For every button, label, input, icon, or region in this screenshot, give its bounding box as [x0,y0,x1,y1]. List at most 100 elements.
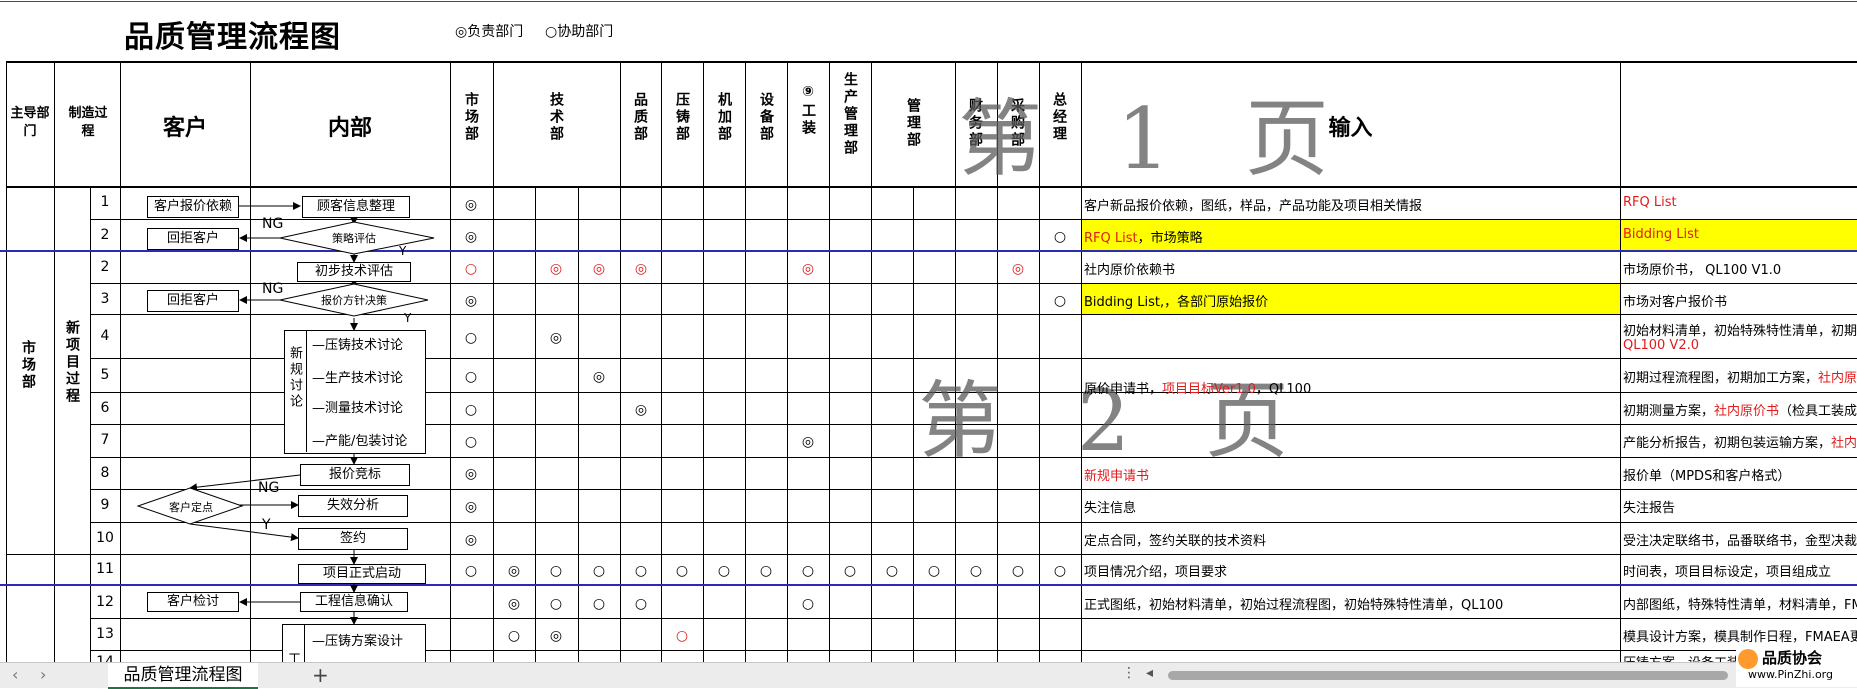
assist-dept-mark: ○ [759,563,773,579]
assist-dept-mark: ○ [885,563,899,579]
output-row: 内部图纸，特殊特性清单，材料清单，FM [1623,598,1857,613]
output-row: 模具设计方案，模具制作日程，FMAEA更 [1623,630,1857,645]
horizontal-scrollbar[interactable] [1168,671,1728,680]
input-row: 失注信息 [1084,501,1137,516]
flow-customer-decide: 客户定点 [169,501,213,514]
primary-dept-mark: ◎ [507,596,521,612]
primary-dept-mark: ◎ [464,532,478,548]
primary-dept-mark: ◎ [592,369,606,385]
assist-dept-mark: ○ [969,563,983,579]
logo: 品质协会 www.PinZhi.org [1736,647,1857,687]
flow-y-label: Y [262,517,271,533]
input-row: 项目情况介绍，项目要求 [1084,565,1228,580]
output-row: 市场原价书， QL100 V1.0 [1623,263,1782,278]
output-row: 受注决定联络书，品番联络书，金型决裁 [1623,534,1857,549]
scroll-left-icon[interactable]: ◂ [1146,665,1153,681]
flow-reject-customer-1: 回拒客户 [147,228,239,250]
assist-dept-mark: ○ [592,563,606,579]
input-row: 定点合同，签约关联的技术资料 [1084,534,1267,549]
flow-tech-eval: 初步技术评估 [297,262,411,282]
assist-dept-mark: ○ [464,261,478,277]
output-row: 时间表，项目目标设定，项目组成立 [1623,565,1832,580]
assist-dept-mark: ○ [843,563,857,579]
input-row: 社内原价依赖书 [1084,263,1176,278]
assist-dept-mark: ○ [717,563,731,579]
output-row: Bidding List [1623,227,1699,242]
assist-dept-mark: ○ [1011,563,1025,579]
sheet-tab-bar: ‹ › 品质管理流程图 + ⋮ ◂ [0,662,1857,689]
flow-die-design: —压铸方案设计 [312,634,404,649]
assist-dept-mark: ○ [464,434,478,450]
primary-dept-mark: ◎ [549,628,563,644]
assist-dept-mark: ○ [1053,229,1067,245]
output-row: 初期过程流程图，初期加工方案，社内原 [1623,371,1857,386]
primary-dept-mark: ◎ [464,229,478,245]
flow-bid: 报价竞标 [300,464,410,486]
flow-info-sort: 顾客信息整理 [302,196,410,218]
primary-dept-mark: ◎ [592,261,606,277]
flow-quote-decision: 报价方针决策 [321,294,387,307]
flow-discuss-production: —生产技术讨论 [312,371,404,386]
flow-reject-customer-2: 回拒客户 [147,290,239,312]
flow-project-start: 项目正式启动 [298,564,426,584]
primary-dept-mark: ◎ [464,293,478,309]
assist-dept-mark: ○ [801,596,815,612]
assist-dept-mark: ○ [675,563,689,579]
primary-dept-mark: ◎ [464,197,478,213]
output-row: 初始材料清单，初始特殊特性清单，初期 [1623,324,1857,339]
assist-dept-mark: ○ [464,330,478,346]
assist-dept-mark: ○ [464,402,478,418]
assist-dept-mark: ○ [801,563,815,579]
output-row: 市场对客户报价书 [1623,295,1728,310]
assist-dept-mark: ○ [592,596,606,612]
flow-discuss-diecast: —压铸技术讨论 [312,338,404,353]
assist-dept-mark: ○ [1053,293,1067,309]
primary-dept-mark: ◎ [801,434,815,450]
flow-new-discuss: 新规讨论 [287,346,302,410]
assist-dept-mark: ○ [634,596,648,612]
assist-dept-mark: ○ [1053,563,1067,579]
input-row: 新规申请书 [1084,469,1150,484]
prev-sheet-icon[interactable]: ‹ [12,665,18,684]
flow-strategy: 策略评估 [332,232,376,245]
output-row: 产能分析报告，初期包装运输方案，社内 [1623,436,1857,451]
output-row: 失注报告 [1623,501,1676,516]
sheet-tab-active[interactable]: 品质管理流程图 [108,663,258,689]
primary-dept-mark: ◎ [549,261,563,277]
assist-dept-mark: ○ [634,563,648,579]
input-row: 原价申请书，项目目标Ver1.0，QL100 [1084,382,1312,397]
flow-customer-quote: 客户报价依赖 [147,196,239,218]
add-sheet-button[interactable]: + [312,663,329,687]
more-options-icon[interactable]: ⋮ [1122,665,1136,681]
primary-dept-mark: ◎ [507,563,521,579]
flow-customer-review: 客户检讨 [147,592,239,612]
assist-dept-mark: ○ [549,563,563,579]
input-row: RFQ List，市场策略 [1084,231,1203,246]
assist-dept-mark: ○ [927,563,941,579]
flow-y-label: Y [404,311,412,325]
assist-dept-mark: ○ [507,628,521,644]
input-row: Bidding List,，各部门原始报价 [1084,295,1269,310]
assist-dept-mark: ○ [549,596,563,612]
flow-ng-label: NG [258,480,280,496]
primary-dept-mark: ◎ [464,499,478,515]
primary-dept-mark: ◎ [549,330,563,346]
assist-dept-mark: ○ [675,628,689,644]
flow-connectors [136,202,435,625]
output-row: 初期测量方案，社内原价书（检具工装成 [1623,404,1857,419]
flow-fail-analysis: 失效分析 [298,495,408,517]
primary-dept-mark: ◎ [634,402,648,418]
next-sheet-icon[interactable]: › [40,665,46,684]
flow-discuss-capacity: —产能/包装讨论 [312,434,408,449]
input-row: 正式图纸，初始材料清单，初始过程流程图，初始特殊特性清单，QL100 [1084,598,1504,613]
primary-dept-mark: ◎ [634,261,648,277]
primary-dept-mark: ◎ [464,466,478,482]
flow-ng-label: NG [262,281,284,297]
assist-dept-mark: ○ [464,563,478,579]
flow-sign: 签约 [298,528,408,550]
flow-eng-confirm: 工程信息确认 [300,592,408,612]
flow-ng-label: NG [262,216,284,232]
input-row: 客户新品报价依赖，图纸，样品，产品功能及项目相关情报 [1084,199,1423,214]
output-row: RFQ List [1623,195,1677,210]
flow-discuss-measure: —测量技术讨论 [312,401,404,416]
